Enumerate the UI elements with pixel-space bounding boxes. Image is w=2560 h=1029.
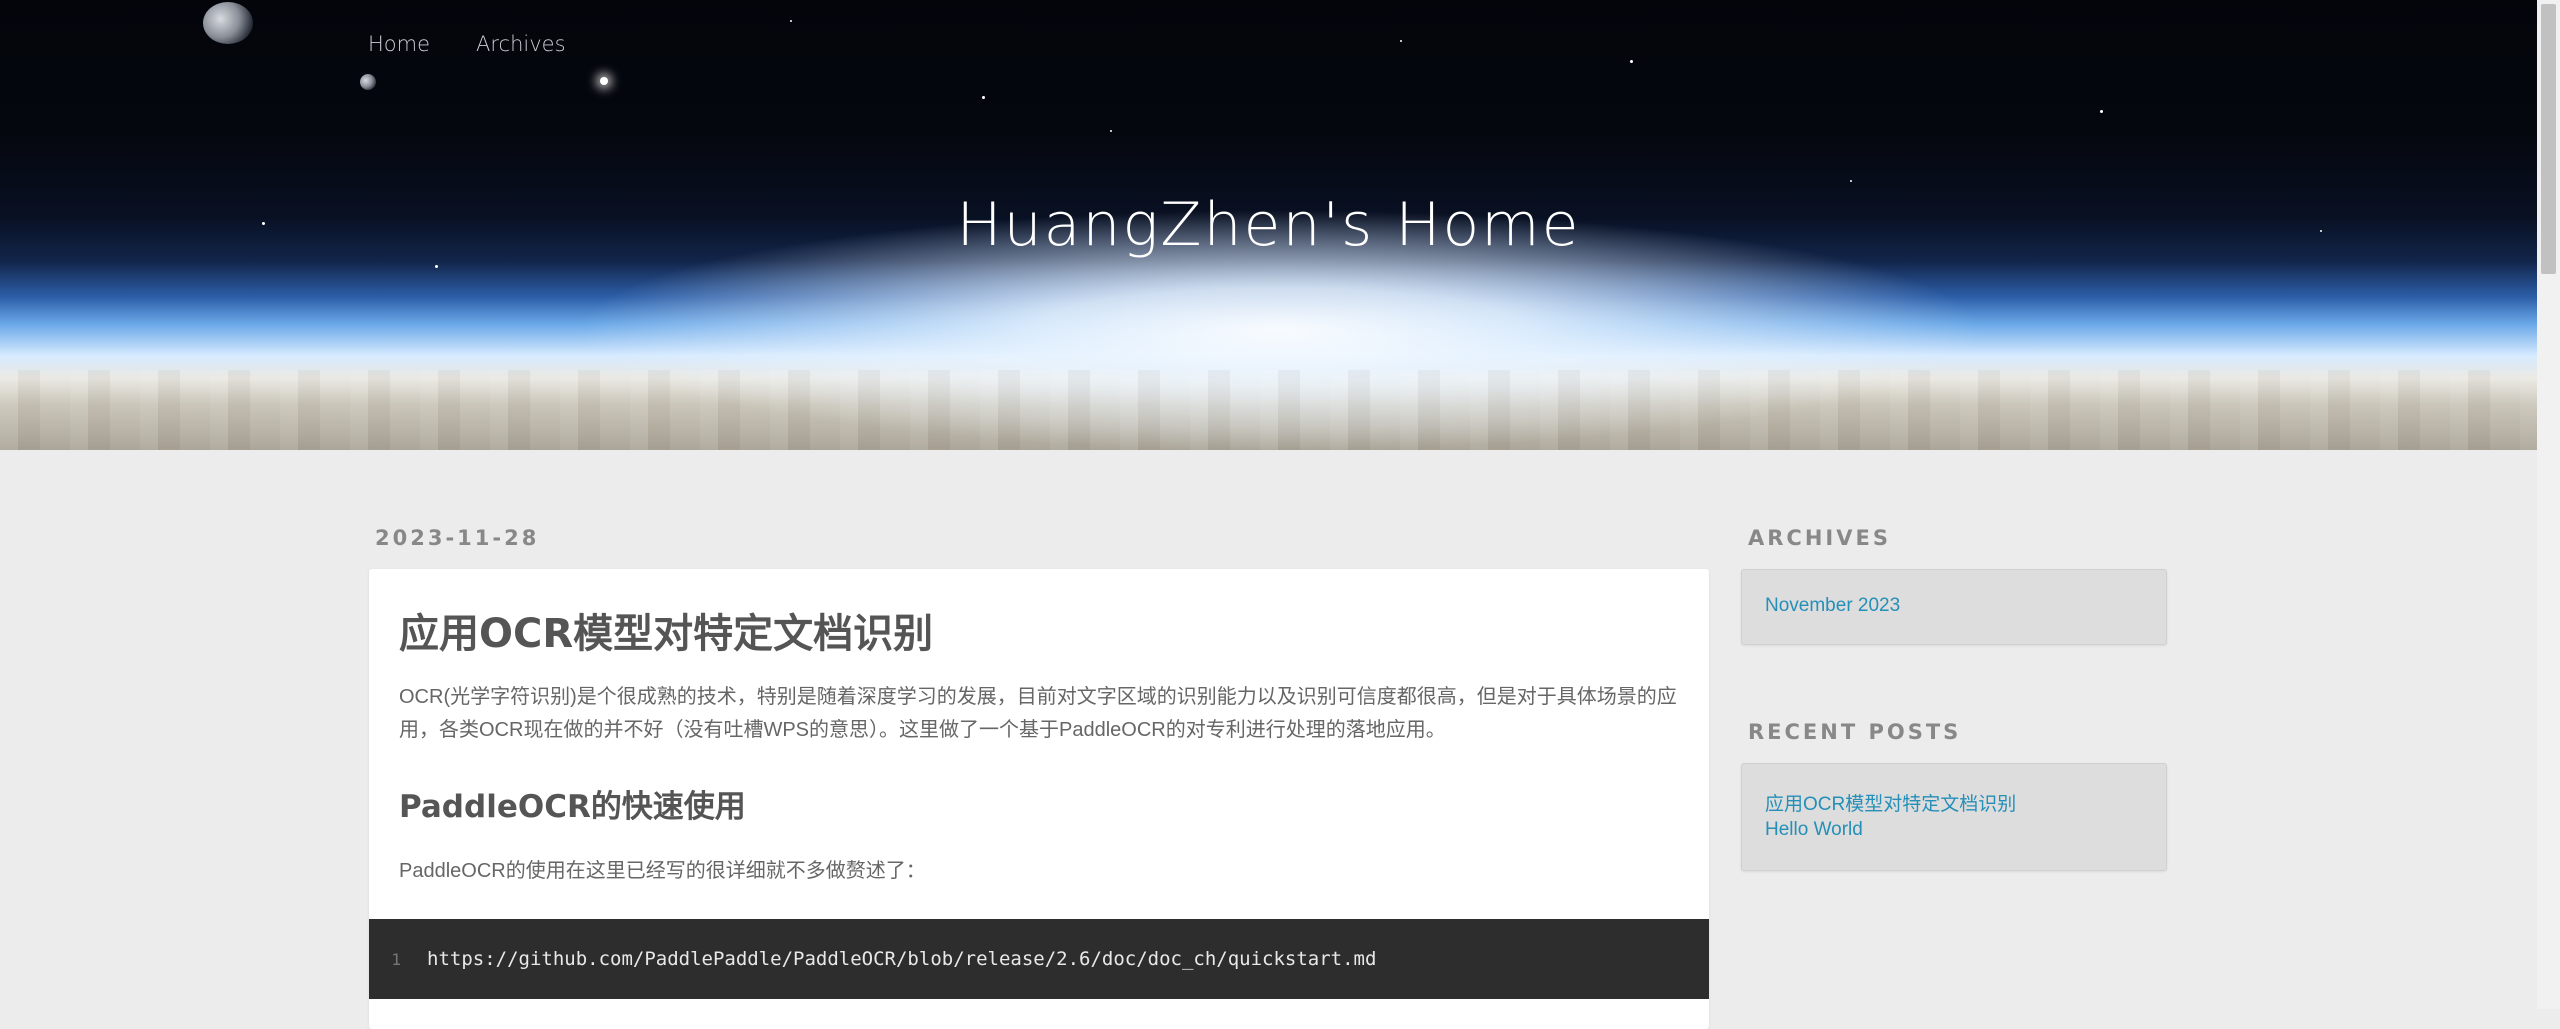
nav-home-link[interactable]: Home <box>368 32 430 56</box>
main-nav: Home Archives <box>368 32 566 56</box>
star <box>1400 40 1402 42</box>
recent-post-link[interactable]: Hello World <box>1765 819 1863 841</box>
star <box>2100 110 2103 113</box>
star <box>435 265 438 268</box>
archives-widget: November 2023 <box>1741 569 2167 645</box>
article-intro-paragraph: OCR(光学字符识别)是个很成熟的技术，特别是随着深度学习的发展，目前对文字区域… <box>399 686 1677 741</box>
recent-posts-widget: 应用OCR模型对特定文档识别 Hello World <box>1741 763 2167 871</box>
star <box>1630 60 1633 63</box>
site-title[interactable]: HuangZhen's Home <box>0 190 2537 260</box>
archives-widget-title: ARCHIVES <box>1748 526 1891 550</box>
article-card: 应用OCR模型对特定文档识别 OCR(光学字符识别)是个很成熟的技术，特别是随着… <box>369 569 1709 1029</box>
star <box>1850 180 1852 182</box>
star <box>982 96 985 99</box>
article-title[interactable]: 应用OCR模型对特定文档识别 <box>399 601 933 659</box>
code-line: https://github.com/PaddlePaddle/PaddleOC… <box>427 948 1377 970</box>
section-paragraph: PaddleOCR的使用在这里已经写的很详细就不多做赘述了： <box>399 860 926 882</box>
star <box>1110 130 1112 132</box>
star <box>790 20 792 22</box>
planet-decoration <box>203 2 253 44</box>
scrollbar-thumb[interactable] <box>2541 4 2556 274</box>
section-heading: PaddleOCR的快速使用 <box>399 789 746 825</box>
cloud-layer <box>0 370 2537 450</box>
page-scrollbar[interactable] <box>2537 0 2560 1009</box>
post-date[interactable]: 2023-11-28 <box>375 526 539 550</box>
header-banner: Home Archives HuangZhen's Home <box>0 0 2537 450</box>
nav-archives-link[interactable]: Archives <box>476 32 566 56</box>
star <box>600 77 608 85</box>
archive-link-november-2023[interactable]: November 2023 <box>1765 595 1900 617</box>
moon-decoration <box>360 74 376 90</box>
recent-posts-widget-title: RECENT POSTS <box>1748 720 1962 744</box>
recent-post-link[interactable]: 应用OCR模型对特定文档识别 <box>1765 789 2016 816</box>
code-line-number: 1 <box>391 949 401 969</box>
code-block: 1 https://github.com/PaddlePaddle/Paddle… <box>369 919 1709 999</box>
